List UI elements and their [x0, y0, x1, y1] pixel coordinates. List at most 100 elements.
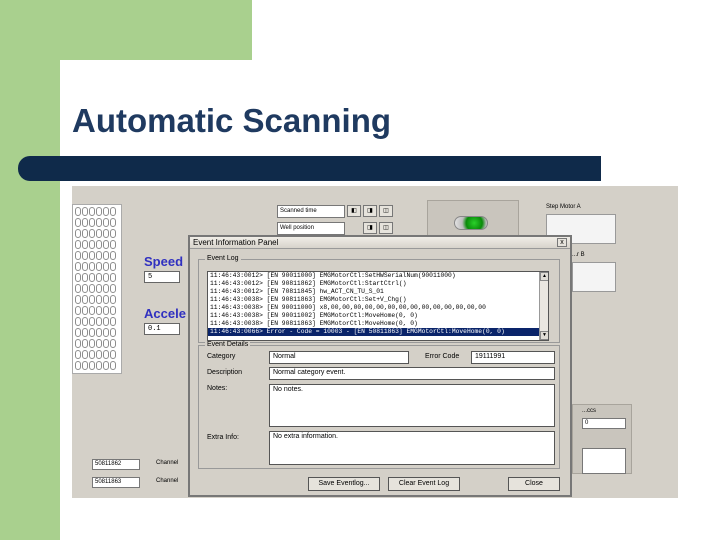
- led-row: [73, 337, 121, 348]
- led-indicator: [82, 284, 88, 293]
- led-indicator: [75, 339, 81, 348]
- led-indicator: [75, 262, 81, 271]
- led-row: [73, 359, 121, 370]
- led-indicator: [82, 207, 88, 216]
- app-screenshot: Speed 5 Accele 0.1 Scanned time ◧ ◨ ◫ We…: [72, 186, 678, 498]
- clear-eventlog-button[interactable]: Clear Event Log: [388, 477, 460, 491]
- right-field-input[interactable]: 0: [582, 418, 626, 429]
- led-indicator: [103, 284, 109, 293]
- led-indicator: [82, 262, 88, 271]
- log-line[interactable]: 11:46:43:0038> [EN 90011000] x8,00,00,00…: [208, 304, 548, 312]
- led-row: [73, 282, 121, 293]
- log-line[interactable]: 11:46:43:0066> Error - Code = 10003 - [E…: [208, 328, 548, 336]
- log-line[interactable]: 11:46:43:0038> [EN 90811863] EMGMotorCtl…: [208, 320, 548, 328]
- led-indicator: [82, 218, 88, 227]
- channel-label-1: Channel: [156, 460, 179, 466]
- save-eventlog-button[interactable]: Save Eventlog...: [308, 477, 380, 491]
- led-indicator: [82, 328, 88, 337]
- top-button-1[interactable]: ◧: [347, 205, 361, 217]
- extra-info-label: Extra Info:: [207, 434, 239, 441]
- led-indicator: [89, 295, 95, 304]
- led-indicator: [110, 218, 116, 227]
- decorative-green-top: [60, 0, 252, 60]
- description-field[interactable]: Normal category event.: [269, 367, 555, 380]
- led-indicator: [96, 306, 102, 315]
- led-indicator: [75, 350, 81, 359]
- category-label: Category: [207, 353, 236, 360]
- right-list[interactable]: [582, 448, 626, 474]
- led-row: [73, 260, 121, 271]
- scanned-time-field: Scanned time: [277, 205, 345, 218]
- log-line[interactable]: 11:46:43:0012> [EN 90011000] EMGMotorCtl…: [208, 272, 548, 280]
- led-indicator: [103, 240, 109, 249]
- led-row: [73, 348, 121, 359]
- led-indicator: [110, 207, 116, 216]
- motor-a-label: Step Motor A: [546, 204, 581, 210]
- led-row: [73, 216, 121, 227]
- log-line[interactable]: 11:46:43:0038> [EN 90011002] EMGMotorCtl…: [208, 312, 548, 320]
- led-row: [73, 304, 121, 315]
- event-log-list[interactable]: ▲ ▼ 11:46:43:0012> [EN 90011000] EMGMoto…: [207, 271, 549, 341]
- led-indicator: [82, 295, 88, 304]
- speed-input[interactable]: 5: [144, 271, 180, 283]
- dialog-titlebar[interactable]: Event Information Panel x: [190, 237, 570, 249]
- led-indicator-panel: [72, 204, 122, 374]
- dialog-title: Event Information Panel: [193, 238, 279, 247]
- led-indicator: [89, 350, 95, 359]
- led-indicator: [75, 218, 81, 227]
- motor-b-label: ...r B: [572, 252, 585, 258]
- notes-field[interactable]: No notes.: [269, 384, 555, 427]
- led-row: [73, 271, 121, 282]
- led-indicator: [103, 350, 109, 359]
- serial-field-1[interactable]: 50811862: [92, 459, 140, 470]
- log-line[interactable]: 11:46:43:0012> [EN 90811862] EMGMotorCtl…: [208, 280, 548, 288]
- error-code-field[interactable]: 19111991: [471, 351, 555, 364]
- led-indicator: [75, 251, 81, 260]
- led-indicator: [110, 350, 116, 359]
- led-indicator: [96, 207, 102, 216]
- led-indicator: [75, 328, 81, 337]
- event-log-scrollbar[interactable]: ▲ ▼: [539, 272, 548, 340]
- top-button-5[interactable]: ◫: [379, 222, 393, 234]
- led-indicator: [110, 240, 116, 249]
- acceleration-input[interactable]: 0.1: [144, 323, 180, 335]
- category-field[interactable]: Normal: [269, 351, 409, 364]
- led-indicator: [110, 339, 116, 348]
- close-icon[interactable]: x: [557, 238, 567, 247]
- serial-field-2[interactable]: 50811863: [92, 477, 140, 488]
- led-indicator: [82, 361, 88, 370]
- right-field-label: ...ccs: [582, 408, 597, 414]
- led-indicator: [103, 251, 109, 260]
- extra-info-field[interactable]: No extra information.: [269, 431, 555, 465]
- led-indicator: [96, 339, 102, 348]
- led-indicator: [103, 273, 109, 282]
- top-button-2[interactable]: ◨: [363, 205, 377, 217]
- led-indicator: [103, 218, 109, 227]
- close-button[interactable]: Close: [508, 477, 560, 491]
- led-indicator: [110, 317, 116, 326]
- speed-label: Speed: [144, 254, 184, 269]
- motor-b-panel: [572, 262, 616, 292]
- led-indicator: [82, 240, 88, 249]
- led-indicator: [110, 284, 116, 293]
- scroll-up-icon[interactable]: ▲: [540, 272, 548, 281]
- led-row: [73, 205, 121, 216]
- led-indicator: [89, 218, 95, 227]
- decorative-green-bar: [0, 0, 60, 540]
- channel-label-2: Channel: [156, 478, 179, 484]
- log-line[interactable]: 11:46:43:0038> [EN 90811863] EMGMotorCtl…: [208, 296, 548, 304]
- scroll-down-icon[interactable]: ▼: [540, 331, 548, 340]
- log-line[interactable]: 11:46:43:0012> [EN 70811845] hw_ACT_CN_T…: [208, 288, 548, 296]
- led-row: [73, 293, 121, 304]
- start-button[interactable]: [454, 216, 488, 230]
- led-indicator: [82, 317, 88, 326]
- led-indicator: [89, 273, 95, 282]
- led-indicator: [75, 317, 81, 326]
- top-button-4[interactable]: ◨: [363, 222, 377, 234]
- top-button-3[interactable]: ◫: [379, 205, 393, 217]
- led-indicator: [103, 317, 109, 326]
- well-position-field: Well position: [277, 222, 345, 235]
- led-indicator: [75, 361, 81, 370]
- led-indicator: [89, 328, 95, 337]
- led-indicator: [75, 273, 81, 282]
